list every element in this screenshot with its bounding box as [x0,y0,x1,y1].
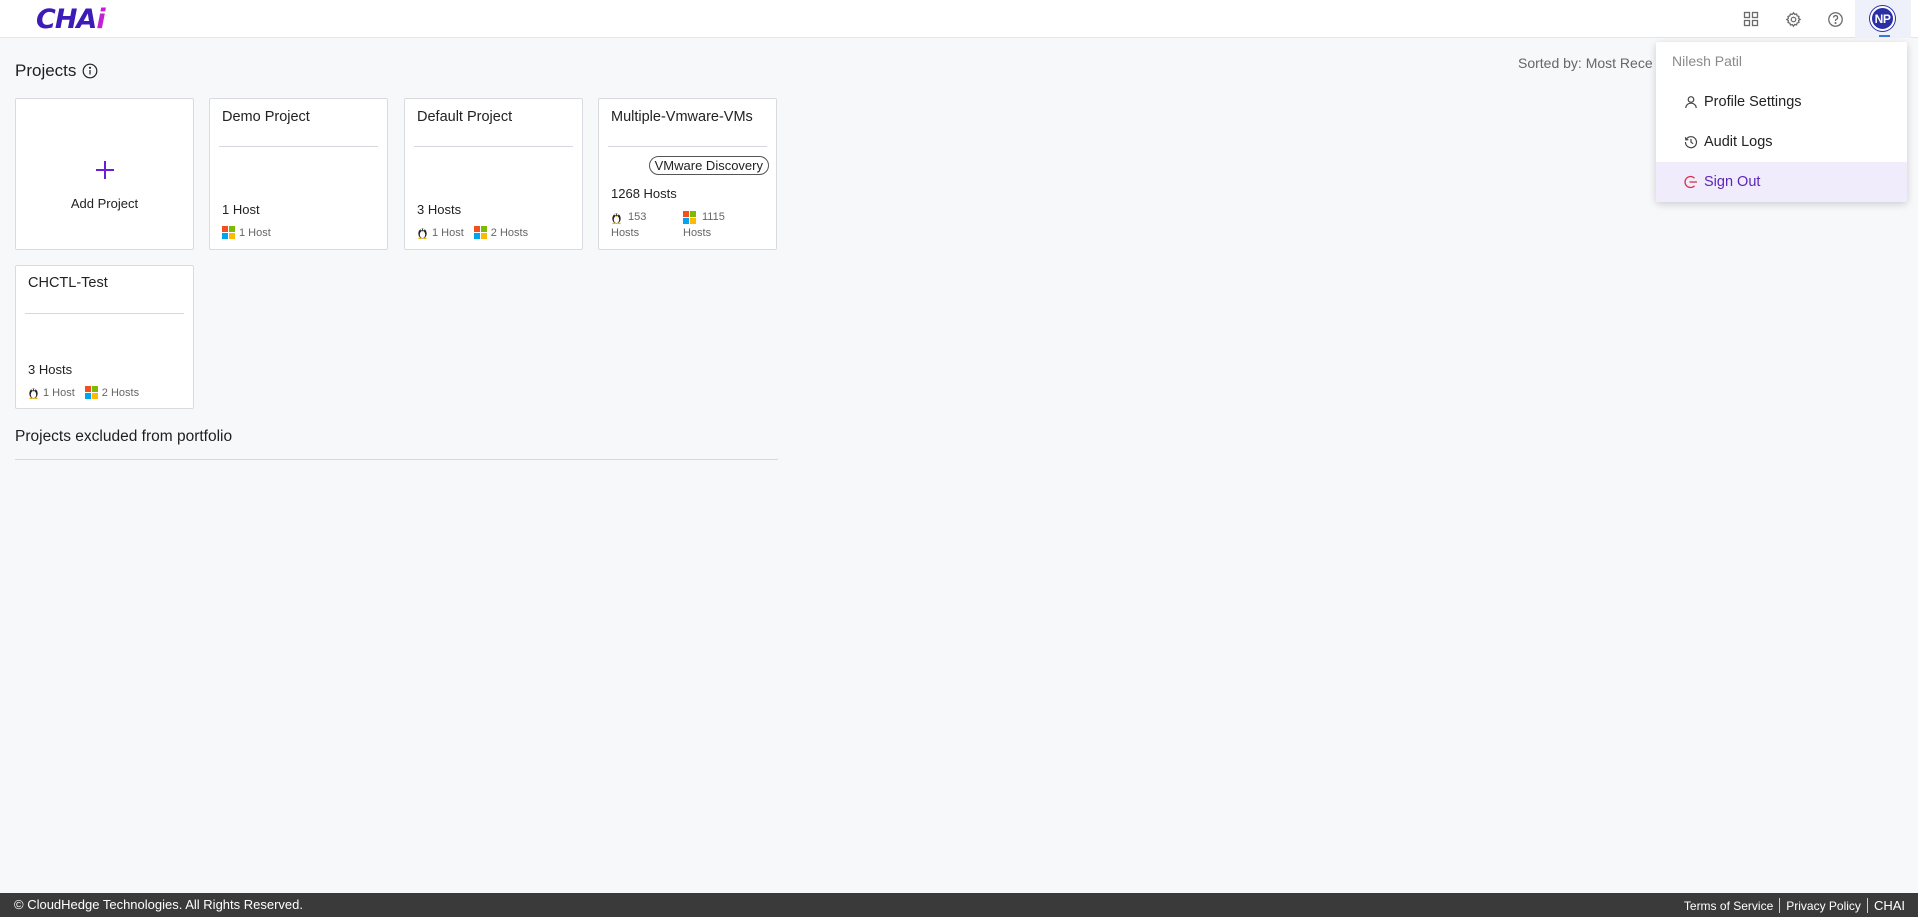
windows-icon [473,226,487,239]
add-project-card[interactable]: Add Project [15,98,194,250]
card-divider [219,146,378,147]
windows-host-unit: Hosts [683,227,712,239]
sign-out-icon [1684,175,1698,189]
menu-item-profile-settings[interactable]: Profile Settings [1656,82,1907,122]
excluded-section-title: Projects excluded from portfolio [15,428,233,445]
apps-grid-icon[interactable] [1740,8,1762,30]
menu-item-label: Profile Settings [1704,94,1802,110]
menu-item-sign-out[interactable]: Sign Out [1656,162,1907,202]
project-name: Default Project [417,109,513,125]
gear-icon[interactable] [1782,8,1804,30]
user-dropdown-menu: Nilesh Patil Profile Settings Audit Logs… [1656,42,1907,202]
privacy-policy-link[interactable]: Privacy Policy [1780,899,1867,913]
logo-text: CHA [36,4,97,35]
linux-host-count: 1 Host [43,386,75,399]
menu-item-audit-logs[interactable]: Audit Logs [1656,122,1907,162]
footer-brand-link[interactable]: CHAI [1868,898,1905,913]
windows-host-count: 1 Host [239,226,271,239]
windows-icon [683,210,696,224]
card-divider [414,146,573,147]
windows-host-count: 2 Hosts [101,386,140,399]
host-count: 1 Host [222,202,260,217]
add-project-label: Add Project [70,196,139,211]
windows-host-count: 1115 [702,211,725,223]
chai-logo[interactable]: CHAi [36,4,106,35]
project-card-chctl-test[interactable]: CHCTL-Test 3 Hosts 1 Host 2 Hosts [15,265,194,409]
linux-icon [612,213,621,224]
host-count: 3 Hosts [28,362,73,377]
windows-stat: 1115 Hosts [683,209,725,241]
linux-host-count: 153 [628,211,647,223]
os-breakdown: 1 Host 2 Hosts [28,386,139,399]
os-breakdown: 1 Host 2 Hosts [417,226,528,239]
logo-text-accent: i [96,4,105,35]
project-name: Demo Project [222,109,310,125]
linux-icon [29,388,38,399]
host-count: 1268 Hosts [611,186,677,201]
linux-host-unit: Hosts [611,227,640,239]
help-icon[interactable] [1824,8,1846,30]
project-name: Multiple-Vmware-VMs [611,109,753,125]
os-breakdown: 1 Host [222,226,271,239]
excluded-divider [15,459,778,460]
host-count: 3 Hosts [417,202,462,217]
page-title-text: Projects [15,61,77,80]
card-divider [25,313,184,314]
info-icon[interactable] [82,63,98,79]
project-card-default[interactable]: Default Project 3 Hosts 1 Host 2 Hosts [404,98,583,250]
linux-stat: 153 Hosts [611,209,646,241]
terms-of-service-link[interactable]: Terms of Service [1678,899,1779,913]
sort-dropdown[interactable]: Sorted by: Most Rece [1518,55,1653,71]
dropdown-user-name: Nilesh Patil [1672,53,1743,69]
user-menu-button[interactable]: NP [1855,0,1911,38]
linux-icon [418,228,427,239]
windows-icon [84,386,98,399]
vmware-discovery-badge: VMware Discovery [648,156,769,175]
project-card-demo[interactable]: Demo Project 1 Host 1 Host [209,98,388,250]
card-divider [608,146,767,147]
menu-item-label: Sign Out [1704,174,1761,190]
footer-links: Terms of Service Privacy Policy CHAI [1678,898,1905,913]
page-title: Projects [15,61,98,81]
avatar-active-indicator [1879,35,1890,37]
project-name: CHCTL-Test [28,275,108,291]
user-icon [1684,95,1698,109]
menu-item-label: Audit Logs [1704,134,1773,150]
history-icon [1684,135,1698,149]
linux-host-count: 1 Host [432,226,464,239]
top-header: CHAi NP [0,0,1918,38]
plus-icon [96,161,114,179]
footer-copyright: © CloudHedge Technologies. All Rights Re… [14,897,304,912]
footer: © CloudHedge Technologies. All Rights Re… [0,893,1918,917]
windows-icon [222,226,235,239]
windows-host-count: 2 Hosts [490,226,529,239]
project-card-multiple-vmware-vms[interactable]: Multiple-Vmware-VMs VMware Discovery 126… [598,98,777,250]
avatar: NP [1870,6,1895,31]
